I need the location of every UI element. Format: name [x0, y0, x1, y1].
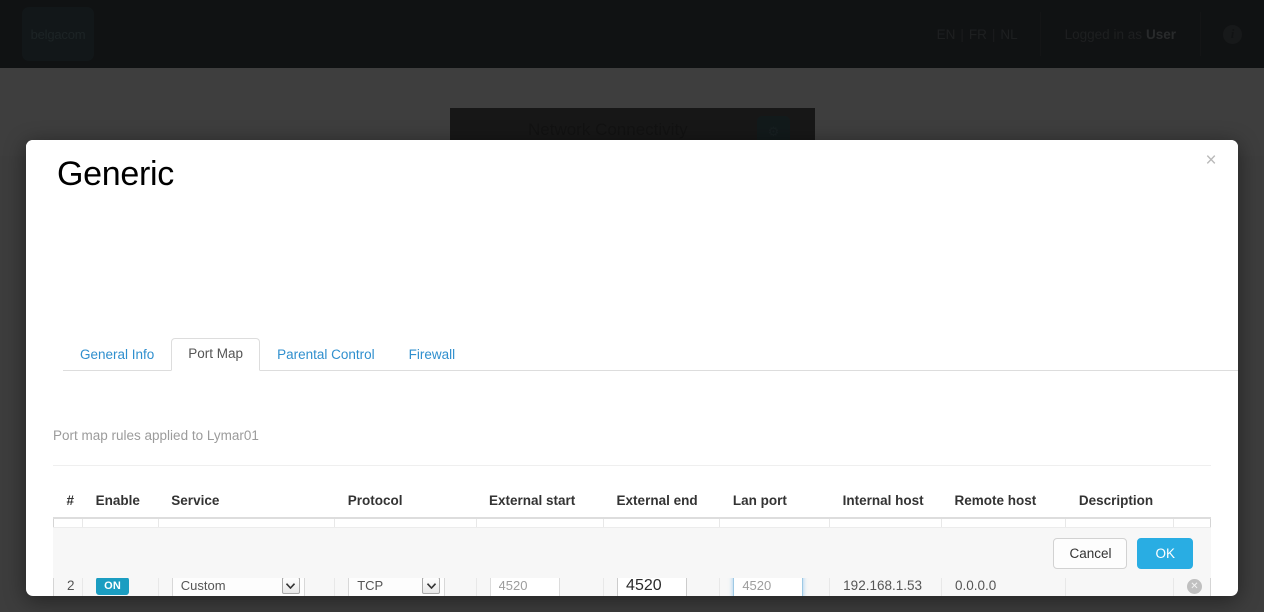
header-protocol: Protocol — [334, 484, 476, 519]
header-actions — [1173, 484, 1211, 519]
header-remote-host: Remote host — [941, 484, 1066, 519]
tab-firewall[interactable]: Firewall — [392, 339, 473, 371]
tab-parental-control[interactable]: Parental Control — [260, 339, 392, 371]
page-title: Generic — [57, 155, 174, 193]
chevron-down-icon — [422, 577, 441, 594]
port-map-rules-note: Port map rules applied to Lymar01 — [53, 428, 259, 443]
table-head: # Enable Service Protocol External start… — [53, 484, 1211, 519]
internal-host-value: 192.168.1.53 — [843, 578, 922, 593]
section-divider — [53, 465, 1211, 466]
page-root: belgacom EN | FR | NL Logged in as User … — [0, 0, 1264, 612]
header-external-start: External start — [476, 484, 604, 519]
tab-general-info[interactable]: General Info — [63, 339, 171, 371]
chevron-down-icon — [281, 577, 300, 594]
close-icon[interactable]: × — [1200, 150, 1222, 172]
header-enable: Enable — [82, 484, 159, 519]
remove-circle-icon[interactable]: ✕ — [1186, 579, 1202, 594]
generic-modal-dialog: Generic × General Info Port Map Parental… — [26, 140, 1238, 596]
table-header-row: # Enable Service Protocol External start… — [53, 484, 1211, 519]
protocol-select-value: TCP — [357, 578, 384, 593]
header-lan-port: Lan port — [719, 484, 830, 519]
modal-header: Generic × — [26, 140, 1238, 235]
modal-tabs: General Info Port Map Parental Control F… — [63, 338, 1238, 371]
modal-footer: Cancel OK — [53, 527, 1211, 578]
enable-toggle-on[interactable]: ON — [96, 576, 130, 595]
remote-host-value: 0.0.0.0 — [955, 578, 997, 593]
ok-button[interactable]: OK — [1137, 537, 1193, 569]
service-select-value: Custom — [180, 578, 226, 593]
header-internal-host: Internal host — [829, 484, 942, 519]
header-description: Description — [1065, 484, 1174, 519]
header-external-end: External end — [603, 484, 720, 519]
cancel-button[interactable]: Cancel — [1053, 537, 1128, 569]
header-index: # — [53, 484, 83, 519]
tab-port-map[interactable]: Port Map — [171, 338, 261, 371]
header-service: Service — [158, 484, 335, 519]
